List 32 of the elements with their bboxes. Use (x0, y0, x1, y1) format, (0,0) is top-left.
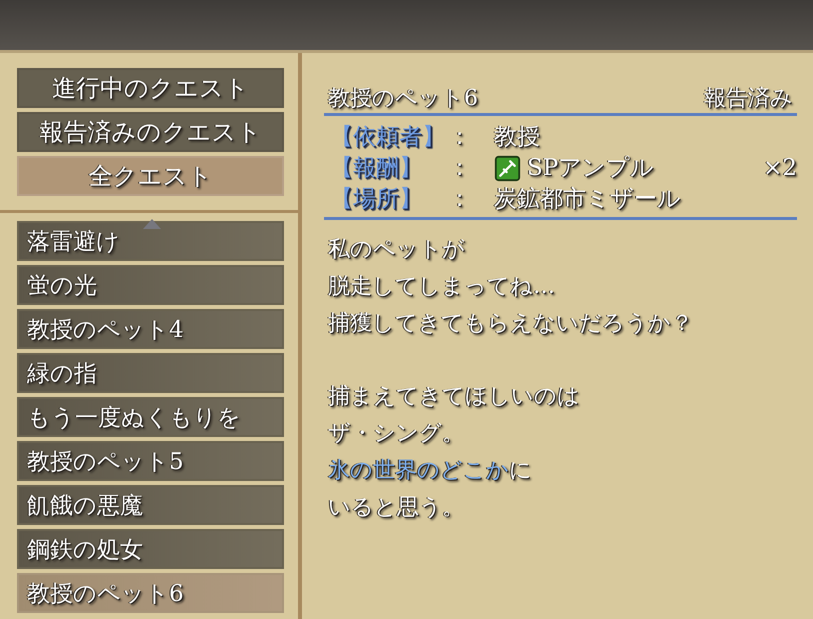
description-text: 脱走してしまってね… (328, 272, 555, 300)
quest-item[interactable]: 緑の指 (17, 353, 284, 393)
description-text: いると思う。 (328, 494, 464, 522)
quest-item[interactable]: 教授のペット5 (17, 441, 284, 481)
field-separator: ： (448, 186, 472, 212)
scroll-up-arrow-icon[interactable] (143, 219, 161, 229)
filter-tab[interactable]: 進行中のクエスト (17, 68, 284, 108)
quest-item[interactable]: 落雷避け (17, 221, 284, 261)
quest-item[interactable]: 蛍の光 (17, 265, 284, 305)
field-value: 教授 (494, 124, 541, 150)
description-text: 捕獲してきてもらえないだろうか？ (328, 310, 693, 338)
quest-item[interactable]: 飢餓の悪魔 (17, 485, 284, 525)
quest-status: 報告済み (704, 85, 793, 113)
reward-quantity: ×2 (763, 156, 797, 182)
description-text: に (509, 456, 532, 484)
description-text: ザ・シング。 (328, 420, 464, 448)
quest-item[interactable]: 鋼鉄の処女 (17, 529, 284, 569)
filter-tab[interactable]: 報告済みのクエスト (17, 112, 284, 152)
field-label: 【場所】 (330, 186, 423, 212)
quest-title: 教授のペット6 (328, 85, 478, 113)
description-text: 私のペットが (328, 236, 465, 264)
description-text: 氷の世界のどこか (328, 456, 509, 484)
field-label: 【報酬】 (330, 156, 423, 182)
field-label: 【依頼者】 (330, 124, 446, 150)
quest-item[interactable]: もう一度ぬくもりを (17, 397, 284, 437)
quest-item[interactable]: 教授のペット4 (17, 309, 284, 349)
field-separator: ： (448, 156, 472, 182)
description-text: 捕まえてきてほしいのは (328, 382, 580, 410)
syringe-icon (494, 155, 521, 182)
reward-item: SPアンプル (527, 156, 654, 182)
field-separator: ： (448, 124, 472, 150)
field-value: 炭鉱都市ミザール (494, 186, 682, 212)
